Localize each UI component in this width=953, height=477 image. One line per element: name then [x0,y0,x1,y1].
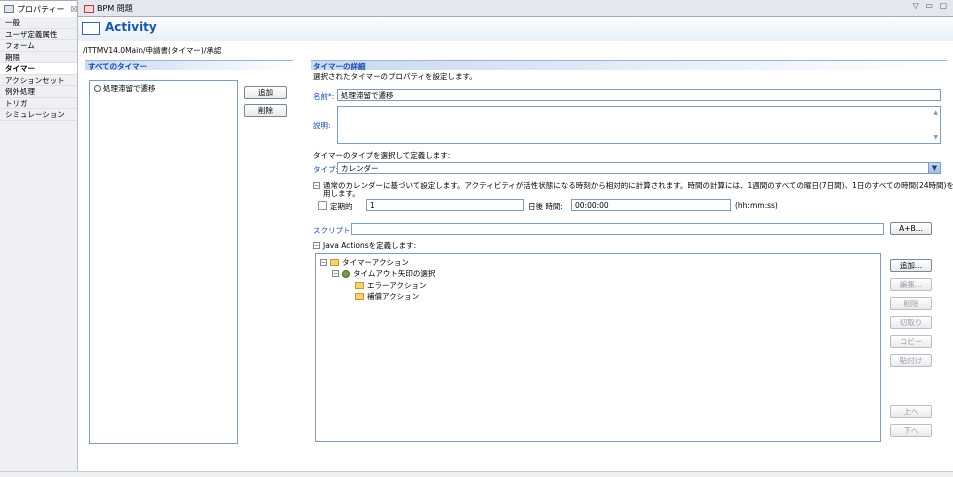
tree-node-compensation-action[interactable]: 補償アクション [355,291,419,302]
collapse-icon[interactable]: − [320,259,327,266]
java-actions-label: Java Actionsを定義します: [323,241,417,250]
tab-bpm-problems[interactable]: BPM 問題 [80,0,140,17]
type-hint: タイマーのタイプを選択して定義します: [313,151,451,160]
property-categories: 一般 ユーザ定義属性 フォーム 期限 タイマー アクションセット 例外処理 トリ… [0,17,78,477]
description-label: 説明: [313,121,331,130]
tab-properties[interactable]: プロパティー ☒ [0,0,78,17]
page-title: Activity [105,20,157,34]
description-textarea[interactable]: ▲ ▼ [337,106,941,144]
list-item[interactable]: 処理滞留で遷移 [94,83,156,94]
nav-item-trigger[interactable]: トリガ [0,98,77,109]
timer-type-select[interactable]: カレンダー ▼ [337,162,941,174]
tree-node-timer-actions[interactable]: − タイマーアクション [320,257,409,268]
script-label: スクリプト: [313,226,354,235]
java-actions-header: − Java Actionsを定義します: [313,240,416,251]
properties-view: プロパティー ☒ BPM 問題 ▽ ▭ ▢ 一般 ユーザ定義属性 フォーム 期限… [0,0,953,477]
tree-move-down-button[interactable]: 下へ [890,424,932,437]
status-bar [0,471,953,477]
folder-icon [330,259,339,266]
calendar-note: − 通常のカレンダーに基づいて設定します。アクティビティが活性状態になる時刻から… [313,180,953,191]
script-input[interactable] [351,223,884,235]
gear-icon [342,269,350,278]
nav-item-exception[interactable]: 例外処理 [0,86,77,98]
scroll-up-icon[interactable]: ▲ [933,109,938,116]
view-tab-bar: プロパティー ☒ BPM 問題 ▽ ▭ ▢ [0,0,953,17]
tree-node-error-action[interactable]: エラーアクション [355,280,426,291]
tab-properties-label: プロパティー [17,4,65,14]
delete-timer-button[interactable]: 削除 [244,104,287,117]
tree-node-label: タイマーアクション [342,258,409,267]
nav-item-user-attributes[interactable]: ユーザ定義属性 [0,29,77,40]
tree-edit-button[interactable]: 編集... [890,278,932,291]
all-timers-section-header[interactable]: すべてのタイマー [85,60,293,71]
nav-item-action-set[interactable]: アクションセット [0,75,77,86]
tree-node-timeout-arrow[interactable]: − タイムアウト矢印の選択 [332,268,435,279]
add-timer-button[interactable]: 追加 [244,86,287,99]
nav-item-timer[interactable]: タイマー [0,63,77,75]
timer-details-section-header[interactable]: タイマーの詳細 [311,60,947,71]
tree-add-button[interactable]: 追加... [890,259,932,272]
element-path: /ITTMV14.0Main/申請書(タイマー)/承認 [83,46,222,55]
periodic-checkbox[interactable] [318,201,327,210]
calendar-note-line2: 用します。 [323,189,360,198]
java-actions-tree[interactable]: − タイマーアクション − タイムアウト矢印の選択 エラーアクション 補償アクシ… [315,253,881,442]
tree-copy-button[interactable]: コピー [890,335,932,348]
tree-paste-button[interactable]: 貼付け [890,354,932,367]
time-input[interactable]: 00:00:00 [571,199,731,211]
folder-icon [355,293,364,300]
timer-item-label: 処理滞留で遷移 [103,84,156,93]
collapse-icon[interactable]: − [313,242,320,249]
close-icon[interactable]: ☒ [71,5,78,14]
activity-icon [82,22,100,35]
days-input[interactable]: 1 [366,199,524,211]
periodic-label: 定期的 [330,202,353,211]
problems-icon [84,4,94,13]
all-timers-title: すべてのタイマー [88,62,148,71]
tree-node-label: 補償アクション [367,292,420,301]
collapse-icon[interactable]: − [332,270,339,277]
nav-item-form[interactable]: フォーム [0,40,77,52]
days-after-label: 日後 時間: [528,202,563,211]
tree-delete-button[interactable]: 削除 [890,297,932,310]
name-input[interactable]: 処理滞留で遷移 [337,89,941,101]
collapse-icon[interactable]: − [313,182,320,189]
type-label: タイプ: [313,165,339,174]
view-window-controls[interactable]: ▽ ▭ ▢ [913,1,949,10]
page-header: Activity [78,17,953,41]
time-format-hint: (hh:mm:ss) [735,201,778,210]
nav-item-deadline[interactable]: 期限 [0,52,77,63]
tree-move-up-button[interactable]: 上へ [890,405,932,418]
calendar-note-line1: 通常のカレンダーに基づいて設定します。アクティビティが活性状態になる時刻から相対… [323,181,953,190]
timer-details-subtitle: 選択されたタイマーのプロパティを設定します。 [313,72,477,81]
tree-cut-button[interactable]: 切取り [890,316,932,329]
properties-icon [4,5,14,13]
scroll-down-icon[interactable]: ▼ [933,134,938,141]
nav-item-simulation[interactable]: シミュレーション [0,109,77,121]
script-editor-button[interactable]: A+B... [890,222,932,235]
name-label: 名前*: [313,92,335,101]
timer-type-value: カレンダー [341,163,379,173]
timer-icon [94,85,101,92]
tree-node-label: タイムアウト矢印の選択 [353,269,436,278]
tree-node-label: エラーアクション [367,281,427,290]
timer-list[interactable]: 処理滞留で遷移 [89,80,238,444]
nav-item-general[interactable]: 一般 [0,17,77,29]
tab-bpm-label: BPM 問題 [97,4,133,13]
chevron-down-icon[interactable]: ▼ [928,163,940,173]
folder-icon [355,282,364,289]
